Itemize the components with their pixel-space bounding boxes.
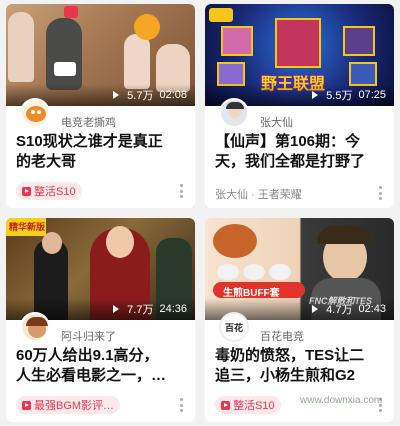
author-name[interactable]: 阿斗归来了 xyxy=(61,328,116,344)
avatar[interactable] xyxy=(20,98,50,128)
video-title[interactable]: 60万人给出9.1高分， 人生必看电影之一，… xyxy=(16,346,194,386)
duration: 07:25 xyxy=(358,89,386,101)
video-thumbnail[interactable]: 精华新版 7.7万 24:36 xyxy=(6,218,195,320)
video-tag-icon xyxy=(221,400,230,410)
more-options-icon[interactable] xyxy=(180,184,184,198)
play-icon xyxy=(312,91,319,99)
channel-info[interactable]: 张大仙 · 王者荣耀 xyxy=(215,186,302,202)
more-options-icon[interactable] xyxy=(379,186,383,200)
avatar[interactable] xyxy=(20,312,50,342)
view-count: 5.7万 xyxy=(127,90,154,102)
play-icon xyxy=(113,91,120,99)
video-title[interactable]: S10现状之谁才是真正 的老大哥 xyxy=(16,132,192,172)
view-count: 5.5万 xyxy=(326,90,353,102)
view-count: 7.7万 xyxy=(127,304,154,316)
video-title[interactable]: 毒奶的愤怒，TES让二 追三，小杨生煎和G2 xyxy=(215,346,393,386)
duration: 24:36 xyxy=(159,303,187,315)
video-card[interactable]: 生煎BUFF套 FNC解散和TES 4.7万 02:43 百花 百花电竞 毒奶的… xyxy=(205,218,394,422)
video-feed-grid: 5.7万 02:08 电竞老撕鸡 S10现状之谁才是真正 的老大哥 整活S10 xyxy=(0,0,400,426)
play-icon xyxy=(312,305,319,313)
play-icon xyxy=(113,305,120,313)
watermark: www.downxia.com xyxy=(300,395,383,406)
duration: 02:08 xyxy=(159,89,187,101)
thumbnail-badge: 精华新版 xyxy=(9,222,46,232)
avatar[interactable] xyxy=(219,98,249,128)
video-card[interactable]: 5.7万 02:08 电竞老撕鸡 S10现状之谁才是真正 的老大哥 整活S10 xyxy=(6,4,195,208)
video-title[interactable]: 【仙声】第106期：今 天，我们全都是打野了 xyxy=(215,132,393,172)
author-name[interactable]: 百花电竞 xyxy=(260,328,304,344)
video-thumbnail[interactable]: 5.7万 02:08 xyxy=(6,4,195,106)
topic-tag[interactable]: 最强BGM影评… xyxy=(16,396,121,414)
video-thumbnail[interactable]: 生煎BUFF套 FNC解散和TES 4.7万 02:43 xyxy=(205,218,394,320)
more-options-icon[interactable] xyxy=(180,398,184,412)
video-tag-icon xyxy=(22,400,31,410)
author-name[interactable]: 电竞老撕鸡 xyxy=(61,114,116,130)
author-name[interactable]: 张大仙 xyxy=(260,114,293,130)
topic-tag[interactable]: 整活S10 xyxy=(215,396,281,414)
video-thumbnail[interactable]: 野王联盟 5.5万 07:25 xyxy=(205,4,394,106)
thumbnail-banner: 生煎BUFF套 xyxy=(223,288,280,299)
avatar[interactable]: 百花 xyxy=(219,312,249,342)
channel-logo-text: 百花 xyxy=(224,322,243,333)
duration: 02:43 xyxy=(358,303,386,315)
video-card[interactable]: 野王联盟 5.5万 07:25 张大仙 【仙声】第106期：今 天，我们全都是打… xyxy=(205,4,394,208)
video-card[interactable]: 精华新版 7.7万 24:36 阿斗归来了 60万人给出9.1高分， 人生必看电… xyxy=(6,218,195,422)
topic-tag[interactable]: 整活S10 xyxy=(16,182,82,200)
video-tag-icon xyxy=(22,186,31,196)
view-count: 4.7万 xyxy=(326,304,353,316)
